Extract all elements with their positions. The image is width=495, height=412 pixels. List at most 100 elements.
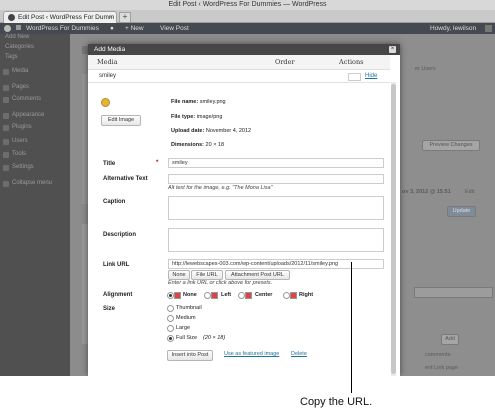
size-label: Size bbox=[103, 306, 116, 312]
admin-sidebar: Add New Categories Tags Media Pages Comm… bbox=[0, 34, 70, 376]
size-thumbnail-radio[interactable] bbox=[167, 305, 174, 312]
sidebar-item-comments[interactable]: Comments bbox=[12, 96, 41, 102]
callout-text: Copy the URL. bbox=[300, 396, 373, 408]
file-name-value: smiley.png bbox=[199, 99, 226, 105]
dimensions-row: Dimensions: 20 × 18 bbox=[171, 142, 224, 148]
tab-label: Edit Post ‹ WordPress For Dumm bbox=[18, 14, 115, 21]
new-menu[interactable]: + New bbox=[125, 23, 144, 34]
alt-text-hint: Alt text for the image, e.g. "The Mona L… bbox=[168, 185, 273, 191]
new-tab-button[interactable]: + bbox=[119, 12, 131, 23]
sidebar-item-categories[interactable]: Categories bbox=[5, 44, 34, 50]
comment-icon[interactable]: ● bbox=[110, 23, 114, 34]
size-full-label: Full Size bbox=[176, 335, 198, 341]
upload-date-row: Upload date: November 4, 2012 bbox=[171, 128, 251, 134]
link-none-button[interactable]: None bbox=[168, 270, 190, 280]
tab-close-icon[interactable]: × bbox=[109, 12, 113, 23]
sidebar-item-collapse[interactable]: Collapse menu bbox=[12, 180, 52, 186]
align-none-label: None bbox=[183, 292, 197, 298]
description-label: Description bbox=[103, 232, 137, 238]
align-none-radio[interactable] bbox=[167, 292, 174, 299]
other-users-text: er Users bbox=[415, 66, 436, 72]
link-url-hint: Enter a link URL or click above for pres… bbox=[168, 280, 273, 286]
comments-text: comments bbox=[425, 352, 451, 358]
callout-pointer-line bbox=[351, 262, 352, 393]
title-label: Title bbox=[103, 161, 116, 167]
align-left-label: Left bbox=[221, 292, 232, 298]
preview-changes-button[interactable]: Preview Changes bbox=[422, 140, 480, 151]
align-center-label: Center bbox=[255, 292, 273, 298]
tools-icon bbox=[3, 152, 9, 158]
sidebar-item-settings[interactable]: Settings bbox=[12, 164, 34, 170]
edit-date-link[interactable]: Edit bbox=[465, 189, 474, 195]
comments-icon bbox=[3, 97, 9, 103]
media-item-row: smiley Hide bbox=[88, 70, 390, 83]
column-media: Media bbox=[97, 58, 118, 66]
required-mark: * bbox=[156, 160, 159, 166]
plugins-icon bbox=[3, 125, 9, 131]
use-as-featured-image-link[interactable]: Use as featured image bbox=[224, 351, 279, 357]
size-large-radio[interactable] bbox=[167, 325, 174, 332]
tab-edit-post[interactable]: Edit Post ‹ WordPress For Dumm × bbox=[3, 11, 117, 23]
align-none-icon bbox=[174, 292, 181, 299]
add-button[interactable]: Add bbox=[441, 334, 459, 345]
view-post-link[interactable]: View Post bbox=[160, 23, 189, 34]
browser-window: Edit Post ‹ WordPress For Dummies — Word… bbox=[0, 0, 495, 376]
close-icon[interactable]: × bbox=[389, 46, 396, 53]
size-medium-radio[interactable] bbox=[167, 315, 174, 322]
align-left-icon bbox=[211, 292, 218, 299]
site-name-link[interactable]: WordPress For Dummies bbox=[26, 23, 99, 34]
sidebar-item-add-new[interactable]: Add New bbox=[5, 34, 29, 40]
sidebar-item-appearance[interactable]: Appearance bbox=[12, 112, 44, 118]
dimensions-label: Dimensions: bbox=[171, 142, 205, 148]
tab-bar: Edit Post ‹ WordPress For Dumm × bbox=[0, 10, 495, 23]
scrollbar-thumb[interactable] bbox=[391, 84, 396, 374]
align-left-radio[interactable] bbox=[204, 292, 211, 299]
avatar[interactable] bbox=[485, 25, 492, 32]
insert-into-post-button[interactable]: Insert into Post bbox=[167, 350, 213, 361]
howdy-user[interactable]: Howdy, lewilson bbox=[430, 23, 476, 34]
size-thumbnail-label: Thumbnail bbox=[176, 305, 202, 311]
collapse-icon bbox=[3, 181, 9, 187]
media-item-name: smiley bbox=[99, 73, 117, 79]
align-right-radio[interactable] bbox=[283, 292, 290, 299]
file-name-row: File name: smiley.png bbox=[171, 99, 226, 105]
link-attachment-post-url-button[interactable]: Attachment Post URL bbox=[225, 270, 290, 280]
wordpress-logo-icon[interactable] bbox=[4, 25, 11, 32]
window-title: Edit Post ‹ WordPress For Dummies — Word… bbox=[168, 1, 327, 8]
description-field[interactable] bbox=[168, 228, 384, 252]
sidebar-item-plugins[interactable]: Plugins bbox=[12, 124, 32, 130]
caption-field[interactable] bbox=[168, 196, 384, 220]
size-large-label: Large bbox=[176, 325, 191, 331]
title-field[interactable]: smiley bbox=[168, 158, 384, 168]
align-right-icon bbox=[290, 292, 297, 299]
pages-icon bbox=[3, 85, 9, 91]
publish-box-background: er Users Preview Changes ov 3, 2012 @ 15… bbox=[400, 34, 495, 376]
edit-image-button[interactable]: Edit Image bbox=[101, 115, 141, 126]
align-center-radio[interactable] bbox=[238, 292, 245, 299]
tag-input[interactable] bbox=[414, 287, 493, 298]
media-table-header: Media Order Actions bbox=[88, 55, 390, 70]
media-icon bbox=[3, 69, 9, 75]
alt-text-field[interactable] bbox=[168, 174, 384, 184]
align-center-icon bbox=[245, 292, 252, 299]
upload-date-label: Upload date: bbox=[171, 128, 205, 134]
delete-link[interactable]: Delete bbox=[291, 351, 307, 357]
sidebar-item-users[interactable]: Users bbox=[12, 138, 28, 144]
size-full-radio[interactable] bbox=[167, 335, 174, 342]
hide-link[interactable]: Hide bbox=[365, 70, 377, 82]
update-button[interactable]: Update bbox=[447, 206, 476, 217]
dialog-header: Add Media × bbox=[88, 44, 400, 55]
column-actions: Actions bbox=[339, 58, 364, 66]
add-media-dialog: Add Media × Media Order Actions smiley H… bbox=[88, 44, 400, 376]
sidebar-item-tools[interactable]: Tools bbox=[12, 151, 26, 157]
wordpress-icon bbox=[8, 14, 15, 21]
size-medium-label: Medium bbox=[176, 315, 196, 321]
file-type-row: File type: image/png bbox=[171, 114, 222, 120]
sidebar-item-tags[interactable]: Tags bbox=[5, 54, 18, 60]
link-file-url-button[interactable]: File URL bbox=[191, 270, 223, 280]
sidebar-item-media[interactable]: Media bbox=[12, 68, 28, 74]
order-input[interactable] bbox=[348, 73, 361, 81]
link-url-label: Link URL bbox=[103, 262, 130, 268]
alignment-label: Alignment bbox=[103, 292, 133, 298]
sidebar-item-pages[interactable]: Pages bbox=[12, 84, 29, 90]
